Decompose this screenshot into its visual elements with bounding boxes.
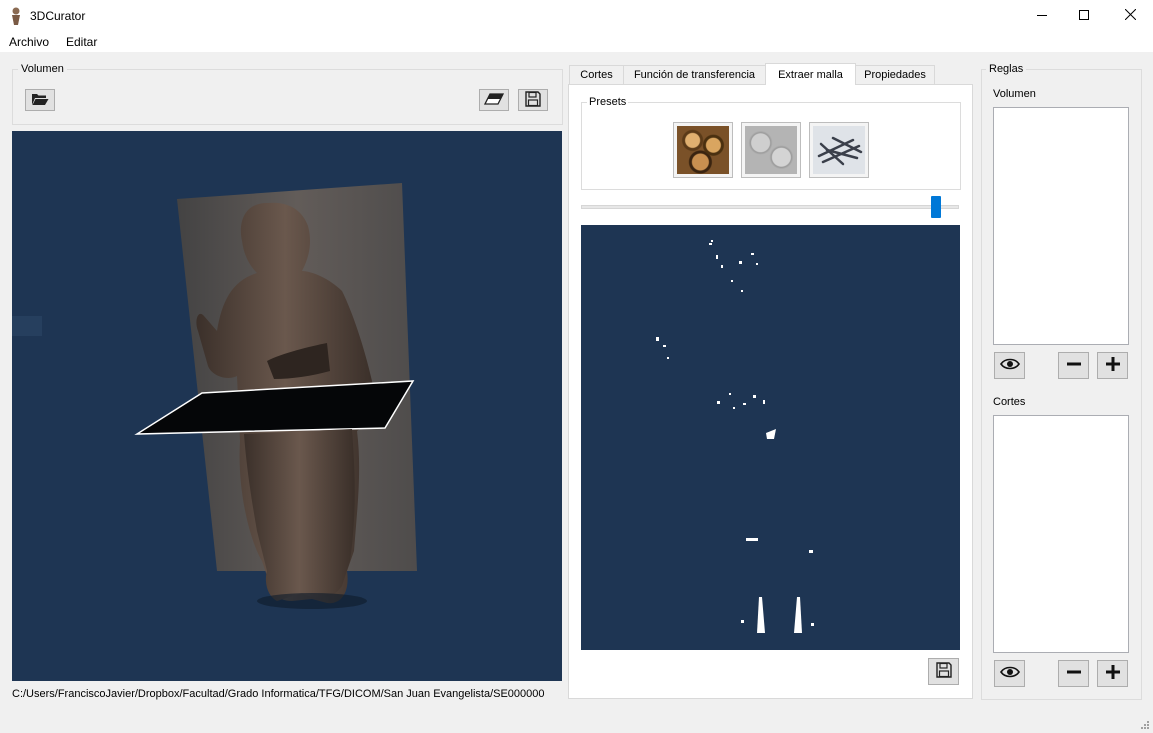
cortes-rules-label: Cortes — [993, 396, 1026, 408]
tab-extraer-malla[interactable]: Extraer malla — [765, 63, 856, 85]
add-cortes-rule-button[interactable] — [1097, 660, 1128, 687]
tab-cortes[interactable]: Cortes — [569, 65, 624, 84]
eye-icon — [999, 357, 1020, 374]
metal-preset-button[interactable] — [809, 122, 869, 178]
tab-funcion-transferencia[interactable]: Función de transferencia — [623, 65, 766, 84]
presets-group-title: Presets — [587, 96, 629, 108]
window-title: 3DCurator — [30, 9, 86, 23]
title-bar — [0, 0, 1153, 31]
folder-open-icon — [31, 92, 49, 109]
save-mesh-button[interactable] — [928, 658, 959, 685]
volume-3d-view[interactable] — [12, 131, 562, 681]
cortes-rules-list[interactable] — [993, 415, 1129, 653]
minimize-button[interactable] — [1019, 0, 1065, 31]
eye-icon — [999, 665, 1020, 682]
wood-preset-button[interactable] — [673, 122, 733, 178]
threshold-slider-thumb[interactable] — [930, 196, 941, 218]
bone-preset-thumbnail — [745, 126, 797, 174]
tab-propiedades[interactable]: Propiedades — [855, 65, 935, 84]
minus-icon — [1066, 664, 1082, 683]
remove-cortes-rule-button[interactable] — [1058, 660, 1089, 687]
menu-archivo[interactable]: Archivo — [9, 35, 49, 49]
add-volumen-rule-button[interactable] — [1097, 352, 1128, 379]
save-icon — [935, 662, 952, 681]
app-icon — [9, 7, 23, 25]
save-volume-button[interactable] — [518, 89, 548, 111]
close-icon — [1124, 8, 1136, 23]
close-button[interactable] — [1107, 0, 1153, 31]
volumen-rules-label: Volumen — [993, 88, 1036, 100]
volumen-rules-list[interactable] — [993, 107, 1129, 345]
open-volume-button[interactable] — [25, 89, 55, 111]
threshold-slider-track[interactable] — [581, 205, 959, 209]
plus-icon — [1105, 664, 1121, 683]
clear-button[interactable] — [479, 89, 509, 111]
view-cortes-rule-button[interactable] — [994, 660, 1025, 687]
eraser-icon — [483, 92, 505, 108]
minimize-icon — [1037, 9, 1047, 23]
wood-preset-thumbnail — [677, 126, 729, 174]
bone-preset-button[interactable] — [741, 122, 801, 178]
volume-group-title: Volumen — [18, 63, 67, 75]
mesh-point-cloud — [656, 240, 814, 633]
statue-render — [12, 183, 417, 609]
save-icon — [525, 90, 541, 110]
resize-grip-icon[interactable] — [1140, 719, 1150, 733]
status-path: C:/Users/FranciscoJavier/Dropbox/Faculta… — [12, 688, 545, 700]
menu-bar — [0, 31, 1153, 52]
view-volumen-rule-button[interactable] — [994, 352, 1025, 379]
maximize-button[interactable] — [1061, 0, 1107, 31]
mesh-preview-view[interactable] — [581, 225, 960, 650]
remove-volumen-rule-button[interactable] — [1058, 352, 1089, 379]
minus-icon — [1066, 356, 1082, 375]
metal-preset-thumbnail — [813, 126, 865, 174]
menu-editar[interactable]: Editar — [66, 35, 97, 49]
plus-icon — [1105, 356, 1121, 375]
reglas-group-title: Reglas — [986, 63, 1027, 75]
maximize-icon — [1079, 9, 1089, 23]
